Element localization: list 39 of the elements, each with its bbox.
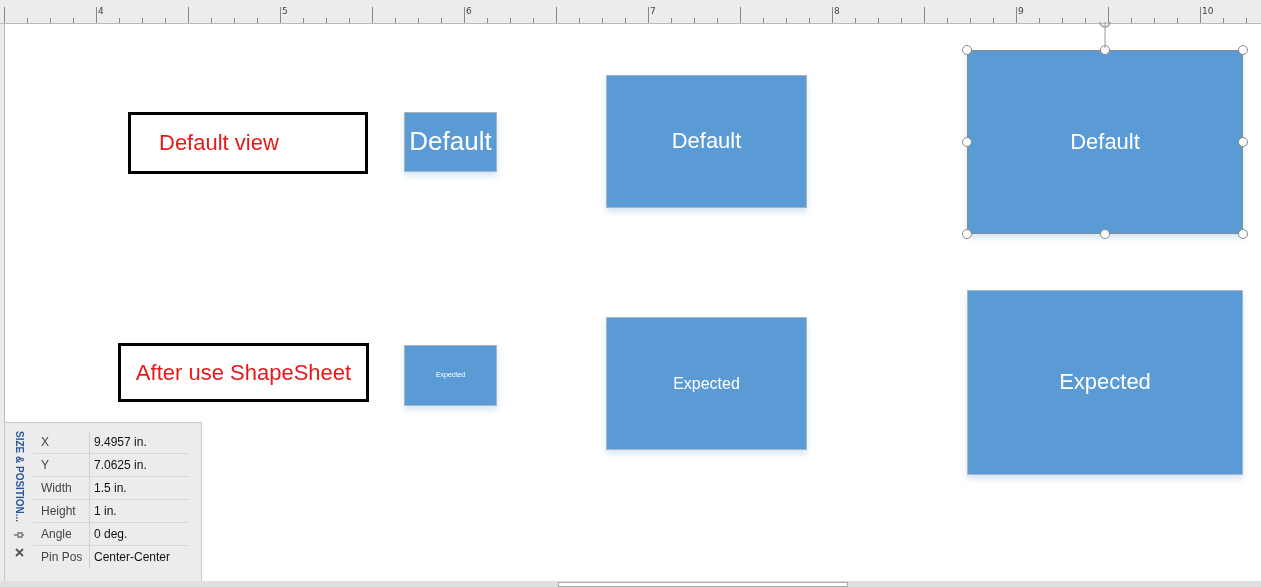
selection-handle[interactable] [1238, 137, 1248, 147]
rectangle-shape[interactable]: Expected [606, 317, 807, 450]
ruler-label: 9 [1017, 6, 1024, 16]
text-box[interactable]: After use ShapeSheet [118, 343, 369, 402]
panel-title: SIZE & POSITION... [13, 431, 25, 523]
selection-handle[interactable] [1100, 45, 1110, 55]
selection-handle[interactable] [1238, 45, 1248, 55]
selection-handle[interactable] [962, 45, 972, 55]
pin-icon[interactable] [14, 530, 24, 541]
close-icon[interactable] [14, 548, 24, 558]
property-label: Pin Pos [40, 550, 84, 564]
property-value[interactable]: 1 in. [89, 500, 189, 522]
ruler-label: 6 [465, 6, 472, 16]
selection-handle[interactable] [962, 137, 972, 147]
property-value[interactable]: Center-Center [89, 546, 189, 568]
property-value[interactable]: 9.4957 in. [89, 431, 189, 453]
text-box[interactable]: Default view [128, 112, 368, 174]
selection-handle[interactable] [962, 229, 972, 239]
rectangle-shape[interactable]: Expected [967, 290, 1243, 475]
ruler-label: 4 [97, 6, 104, 16]
rectangle-shape[interactable]: Default [404, 112, 497, 172]
ruler-label: 7 [649, 6, 656, 16]
property-value[interactable]: 7.0625 in. [89, 454, 189, 476]
selection-handle[interactable] [1238, 229, 1248, 239]
ruler-label: 10 [1201, 6, 1214, 16]
property-label: Width [40, 481, 73, 495]
scrollbar-thumb[interactable] [558, 582, 848, 587]
selection-handle[interactable] [1100, 229, 1110, 239]
property-label: Y [40, 458, 50, 472]
property-value[interactable]: 0 deg. [89, 523, 189, 545]
ruler-label: 8 [833, 6, 840, 16]
ruler-label: 5 [281, 6, 288, 16]
property-label: X [40, 435, 50, 449]
property-label: Height [40, 504, 77, 518]
rectangle-shape[interactable]: Default [606, 75, 807, 208]
property-value[interactable]: 1.5 in. [89, 477, 189, 499]
property-label: Angle [40, 527, 73, 541]
rectangle-shape[interactable]: Default [967, 50, 1243, 234]
horizontal-scrollbar[interactable] [0, 581, 1261, 587]
